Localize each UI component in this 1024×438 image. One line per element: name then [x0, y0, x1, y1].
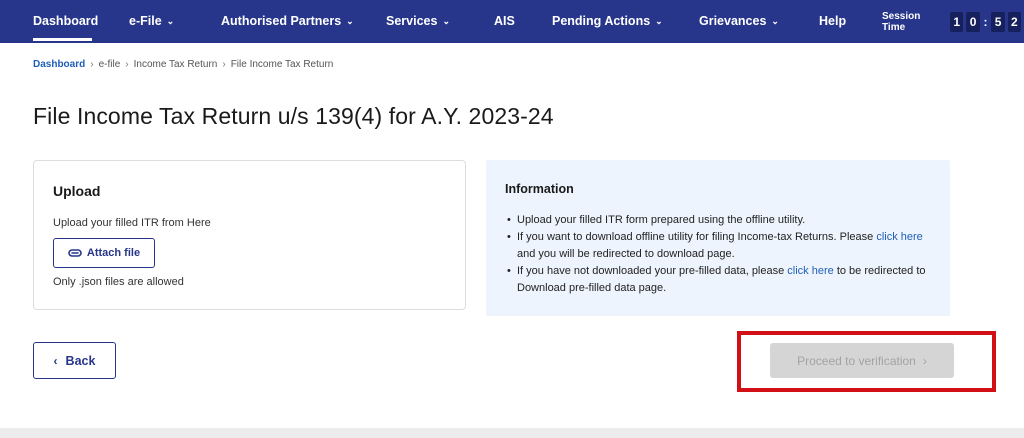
chevron-left-icon: ‹: [53, 353, 58, 368]
breadcrumb-dashboard[interactable]: Dashboard: [33, 59, 85, 70]
back-button[interactable]: ‹ Back: [33, 342, 116, 379]
attach-file-label: Attach file: [86, 247, 141, 259]
breadcrumb-current: File Income Tax Return: [230, 59, 334, 70]
information-title: Information: [505, 182, 574, 196]
breadcrumb-separator: ›: [222, 59, 226, 70]
nav-grievances-label: Grievances: [699, 14, 767, 28]
upload-description: Upload your filled ITR from Here: [53, 217, 211, 229]
attach-file-button[interactable]: Attach file: [53, 238, 155, 268]
nav-authorised-partners-label: Authorised Partners: [221, 14, 342, 28]
chevron-down-icon: ⌄: [346, 16, 354, 26]
proceed-to-verification-button[interactable]: Proceed to verification ›: [770, 343, 954, 378]
chevron-down-icon: ⌄: [771, 16, 779, 26]
back-button-label: Back: [65, 353, 96, 368]
nav-pending-actions[interactable]: Pending Actions ⌄: [552, 0, 663, 43]
nav-efile[interactable]: e-File ⌄: [129, 0, 174, 43]
chevron-down-icon: ⌄: [166, 16, 175, 26]
proceed-button-label: Proceed to verification: [797, 353, 916, 368]
information-text: If you want to download offline utility …: [517, 231, 874, 243]
nav-active-indicator: [33, 38, 92, 41]
information-text: Upload your filled ITR form prepared usi…: [517, 214, 806, 226]
information-item: If you have not downloaded your pre-fill…: [505, 263, 935, 297]
session-digit: 1: [950, 11, 964, 32]
prefilled-data-link[interactable]: click here: [787, 265, 833, 277]
breadcrumb-separator: ›: [90, 59, 94, 70]
nav-dashboard[interactable]: Dashboard: [33, 0, 98, 43]
nav-authorised-partners[interactable]: Authorised Partners ⌄: [221, 0, 354, 43]
chevron-down-icon: ⌄: [655, 16, 663, 26]
nav-ais[interactable]: AIS: [494, 0, 515, 43]
information-text: and you will be redirected to download p…: [517, 248, 735, 260]
breadcrumb: Dashboard › e-file › Income Tax Return ›…: [33, 59, 333, 70]
information-item: If you want to download offline utility …: [505, 229, 935, 263]
upload-title: Upload: [53, 183, 101, 199]
nav-help[interactable]: Help: [819, 0, 846, 43]
footer-band: [0, 428, 1024, 438]
breadcrumb-efile[interactable]: e-file: [99, 59, 121, 70]
nav-help-label: Help: [819, 14, 847, 28]
download-utility-link[interactable]: click here: [876, 231, 922, 243]
upload-card: Upload Upload your filled ITR from Here …: [33, 160, 466, 310]
information-text: If you have not downloaded your pre-fill…: [517, 265, 785, 277]
session-digit: 5: [991, 11, 1005, 32]
nav-services[interactable]: Services ⌄: [386, 0, 450, 43]
nav-grievances[interactable]: Grievances ⌄: [699, 0, 779, 43]
paperclip-icon: [68, 249, 82, 257]
nav-pending-actions-label: Pending Actions: [552, 14, 651, 28]
file-type-note: Only .json files are allowed: [53, 276, 184, 288]
chevron-right-icon: ›: [922, 353, 927, 368]
session-timer: Session Time 1 0 : 5 2: [882, 0, 1024, 43]
nav-ais-label: AIS: [494, 14, 515, 28]
page-title: File Income Tax Return u/s 139(4) for A.…: [33, 103, 554, 129]
nav-services-label: Services: [386, 14, 438, 28]
session-separator: :: [983, 14, 988, 29]
breadcrumb-income-tax-return[interactable]: Income Tax Return: [134, 59, 218, 70]
chevron-down-icon: ⌄: [442, 16, 450, 26]
information-list: Upload your filled ITR form prepared usi…: [505, 212, 935, 297]
nav-dashboard-label: Dashboard: [33, 14, 99, 28]
top-navigation-bar: Dashboard e-File ⌄ Authorised Partners ⌄ S…: [0, 0, 1024, 43]
session-time-label: Session Time: [882, 10, 921, 33]
session-digit: 0: [966, 11, 980, 32]
nav-efile-label: e-File: [129, 14, 162, 28]
information-item: Upload your filled ITR form prepared usi…: [505, 212, 935, 229]
information-panel: Information Upload your filled ITR form …: [486, 160, 950, 316]
session-digit: 2: [1007, 11, 1021, 32]
breadcrumb-separator: ›: [125, 59, 129, 70]
